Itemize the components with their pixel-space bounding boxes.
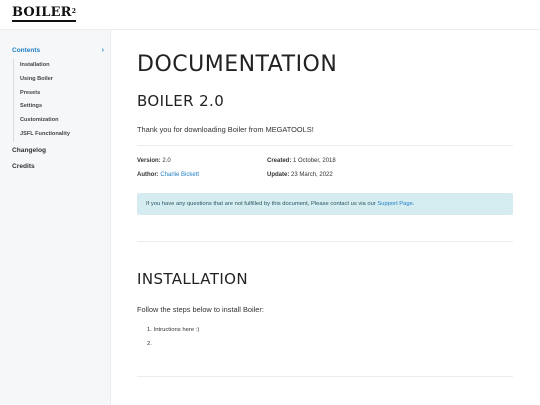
- installation-intro: Follow the steps below to install Boiler…: [137, 305, 264, 314]
- sidebar-item-contents[interactable]: Contents ›: [12, 45, 104, 55]
- info-text: If you have any questions that are not f…: [146, 201, 376, 207]
- support-page-link[interactable]: Support Page.: [377, 201, 414, 207]
- sidebar-item-installation[interactable]: Installation: [20, 59, 110, 73]
- version-meta: Version: 2.0: [137, 158, 171, 164]
- author-link[interactable]: Charlie Bickett: [160, 172, 199, 178]
- intro-text: Thank you for downloading Boiler from ME…: [137, 125, 314, 134]
- update-meta: Update: 23 March, 2022: [267, 172, 333, 178]
- main-content: DOCUMENTATION BOILER 2.0 Thank you for d…: [137, 0, 513, 405]
- step-number: 2.: [147, 341, 152, 347]
- section-divider: [137, 241, 513, 242]
- list-item: 1. Intructions here :): [147, 324, 199, 338]
- created-value: 1 October, 2018: [293, 158, 336, 164]
- sidebar-item-presets[interactable]: Presets: [20, 87, 110, 101]
- brand-name: BOILER: [12, 5, 72, 20]
- chevron-right-icon: ›: [101, 46, 104, 54]
- page-title: DOCUMENTATION: [137, 52, 338, 77]
- version-label: Version:: [137, 158, 161, 164]
- created-label: Created:: [267, 158, 292, 164]
- sidebar-item-label: Contents: [12, 46, 41, 54]
- page-subtitle: BOILER 2.0: [137, 92, 225, 110]
- installation-steps: 1. Intructions here :) 2.: [147, 324, 199, 352]
- brand-superscript: 2: [71, 8, 77, 15]
- sidebar-subnav: Installation Using Boiler Presets Settin…: [13, 59, 110, 142]
- update-value: 23 March, 2022: [291, 172, 333, 178]
- step-text: Intructions here :): [153, 327, 200, 333]
- list-item: 2.: [147, 338, 199, 352]
- section-title-installation: INSTALLATION: [137, 270, 248, 288]
- update-label: Update:: [267, 172, 290, 178]
- divider: [137, 145, 513, 146]
- sidebar: Contents › Installation Using Boiler Pre…: [0, 30, 111, 405]
- brand-logo[interactable]: BOILER2: [12, 5, 77, 22]
- author-label: Author:: [137, 172, 159, 178]
- sidebar-item-jsfl-functionality[interactable]: JSFL Functionality: [20, 128, 110, 142]
- step-number: 1.: [147, 327, 152, 333]
- info-alert: If you have any questions that are not f…: [137, 193, 513, 215]
- section-divider: [137, 376, 513, 377]
- sidebar-item-changelog[interactable]: Changelog: [12, 147, 46, 154]
- sidebar-item-using-boiler[interactable]: Using Boiler: [20, 73, 110, 87]
- created-meta: Created: 1 October, 2018: [267, 158, 336, 164]
- sidebar-item-credits[interactable]: Credits: [12, 163, 35, 170]
- sidebar-item-customization[interactable]: Customization: [20, 114, 110, 128]
- sidebar-item-settings[interactable]: Settings: [20, 100, 110, 114]
- version-value: 2.0: [162, 158, 171, 164]
- author-meta: Author: Charlie Bickett: [137, 172, 199, 178]
